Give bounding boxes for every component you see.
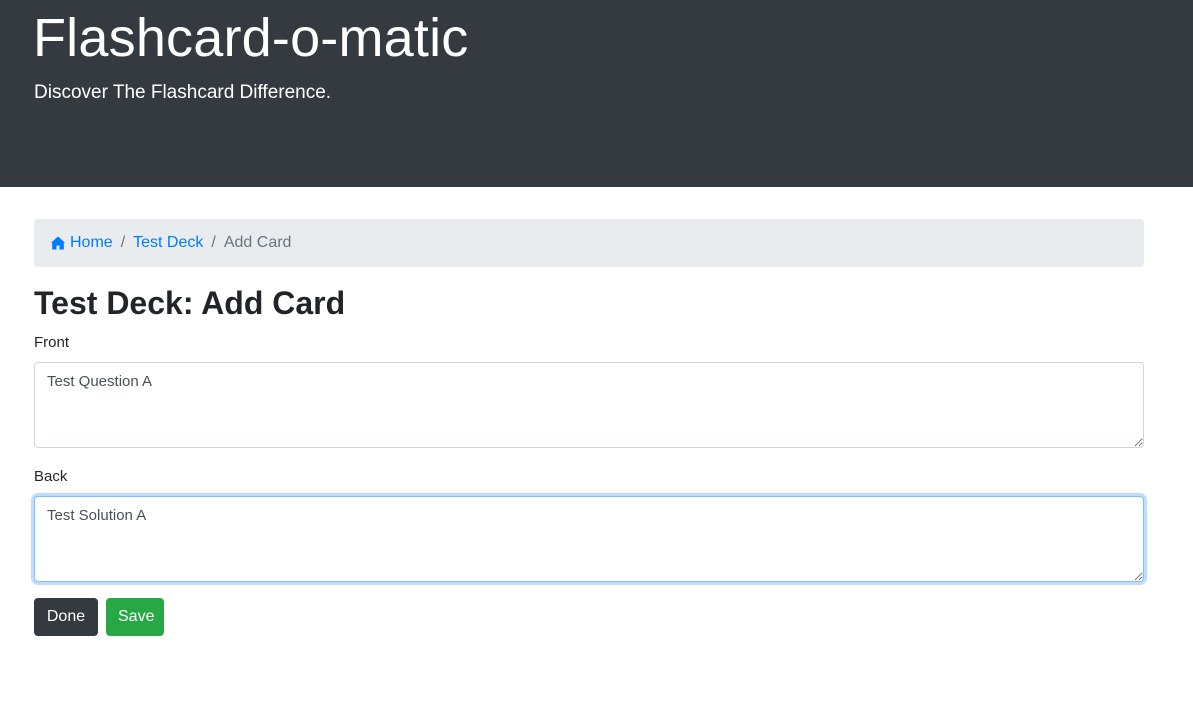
page-title: Test Deck: Add Card <box>34 285 346 321</box>
breadcrumb-home-link[interactable]: Home <box>50 234 113 252</box>
breadcrumb-separator: / <box>120 234 126 251</box>
app-title: Flashcard-o-matic <box>33 8 469 68</box>
app-tagline: Discover The Flashcard Difference. <box>34 82 332 103</box>
breadcrumb-home-label: Home <box>70 234 113 251</box>
save-button[interactable]: Save <box>106 598 164 636</box>
home-icon <box>51 236 65 250</box>
breadcrumb-separator: / <box>211 234 216 251</box>
breadcrumb: Home / Test Deck / Add Card <box>34 219 1144 267</box>
breadcrumb-current: Add Card <box>223 234 292 251</box>
back-label: Back <box>34 468 68 485</box>
front-label: Front <box>34 334 70 351</box>
front-textarea[interactable]: Test Question A <box>34 362 1144 448</box>
app-header: Flashcard-o-matic Discover The Flashcard… <box>0 0 1193 187</box>
breadcrumb-deck-link[interactable]: Test Deck <box>133 234 203 252</box>
done-button[interactable]: Done <box>34 598 98 636</box>
back-textarea[interactable]: Test Solution A <box>34 496 1144 582</box>
